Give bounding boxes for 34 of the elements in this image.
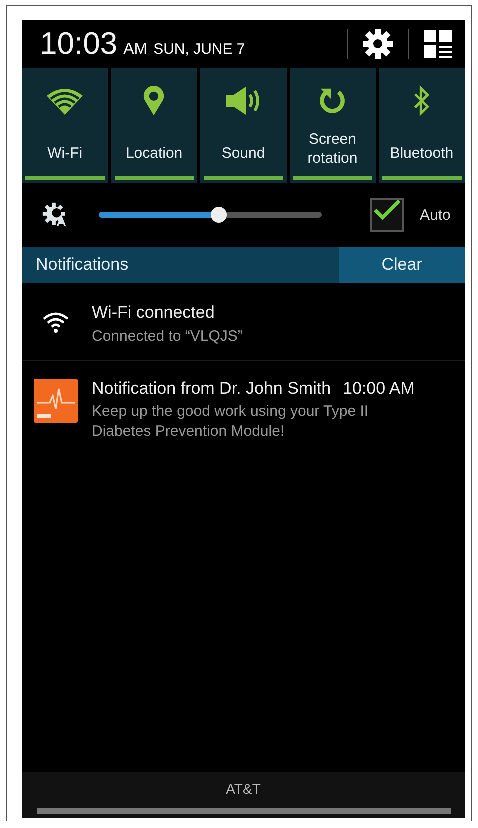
auto-checkbox[interactable] (370, 198, 404, 232)
brightness-auto-icon (42, 202, 68, 228)
notification-text: Connected to “VLQJS” (92, 327, 244, 347)
tile-label: Bluetooth (390, 144, 454, 164)
date-text: SUN, JUNE 7 (154, 41, 246, 58)
bluetooth-icon (412, 84, 432, 118)
grid-edit-icon[interactable] (423, 29, 453, 59)
notifications-header: Notifications (35, 254, 130, 276)
quick-setting-tile[interactable]: Bluetooth (378, 68, 466, 183)
tile-label: Screen rotation (306, 130, 359, 169)
notification-item[interactable]: Notification from Dr. John Smith 10:00 AM Keep up the good work using your Type II Diabetes Prevention Module! (22, 361, 465, 461)
quick-setting-tile[interactable]: Wi-Fi (22, 68, 108, 183)
settings-icon[interactable] (362, 28, 394, 60)
quick-setting-tile[interactable]: Location (111, 68, 198, 183)
clock-time: 10:03 (40, 26, 118, 62)
drag-handle[interactable] (36, 808, 450, 814)
clear-button[interactable]: Clear (339, 247, 465, 283)
app-icon (34, 379, 78, 423)
tile-label: Sound (222, 144, 266, 164)
notification-title: Wi-Fi connected (92, 303, 215, 323)
location-pin-icon (143, 84, 166, 118)
quick-setting-tile[interactable]: Sound (200, 68, 287, 183)
notification-text: Keep up the good work using your Type II Diabetes Prevention Module! (92, 402, 370, 442)
notification-time: 10:00 AM (343, 379, 415, 399)
slider-thumb[interactable] (211, 207, 228, 223)
auto-label: Auto (420, 206, 451, 224)
carrier-name: AT&T (226, 781, 261, 797)
notification-item[interactable]: Wi-Fi connected Connected to “VLQJS” (22, 283, 465, 361)
tile-label: Wi-Fi (48, 144, 83, 164)
tile-label: Location (126, 144, 183, 164)
clock-ampm: AM (124, 41, 148, 59)
brightness-slider[interactable] (99, 206, 322, 224)
notification-title: Notification from Dr. John Smith (92, 379, 332, 399)
quick-setting-tile[interactable]: Screen rotation (290, 68, 376, 183)
